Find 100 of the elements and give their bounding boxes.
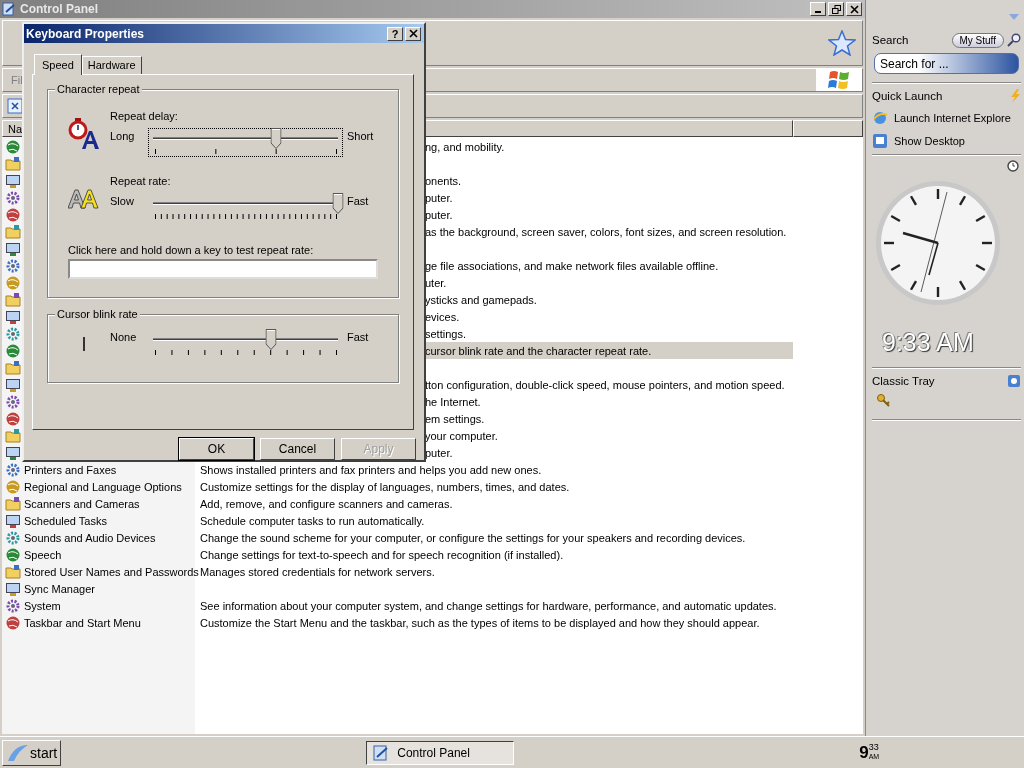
- gadget-title: Search: [872, 34, 909, 46]
- search-icon[interactable]: [1007, 33, 1021, 47]
- globe-icon[interactable]: [5, 546, 21, 563]
- close-button[interactable]: [846, 2, 862, 16]
- quick-launch-item[interactable]: Show Desktop: [894, 134, 965, 147]
- item-name[interactable]: Stored User Names and Passwords: [24, 565, 199, 578]
- folder-icon[interactable]: [5, 359, 21, 376]
- item-description: Shows installed printers and fax printers and helps you add new ones.: [200, 463, 542, 476]
- gear-icon[interactable]: [5, 325, 21, 342]
- slider-max-label: Fast: [347, 194, 369, 207]
- item-name[interactable]: Regional and Language Options: [24, 480, 182, 493]
- gear-icon[interactable]: [5, 393, 21, 410]
- slider-thumb[interactable]: [270, 128, 282, 149]
- test-field-label: Click here and hold down a key to test repeat rate:: [68, 244, 315, 256]
- item-description: evices.: [425, 310, 460, 323]
- globe-icon[interactable]: [5, 138, 21, 155]
- tab[interactable]: Hardware: [81, 56, 142, 74]
- item-description: he Internet.: [425, 395, 481, 408]
- minimize-button[interactable]: [810, 2, 826, 16]
- help-button[interactable]: ?: [387, 26, 403, 41]
- start-button[interactable]: start: [2, 739, 62, 766]
- item-description: onents.: [425, 174, 462, 187]
- item-description: ysticks and gamepads.: [425, 293, 537, 306]
- setting-label: Repeat delay:: [110, 110, 179, 122]
- clock-icon[interactable]: [1007, 160, 1019, 172]
- quick-launch-item[interactable]: Launch Internet Explore: [894, 111, 1011, 124]
- tray-settings-icon[interactable]: [1007, 374, 1021, 388]
- item-description: ng, and mobility.: [425, 140, 505, 153]
- search-field[interactable]: Search for ...: [874, 53, 1019, 74]
- monitor-icon[interactable]: [5, 376, 21, 393]
- globe-icon[interactable]: [5, 342, 21, 359]
- letters-icon: [68, 187, 100, 210]
- item-description: Change the sound scheme for your computer, or configure the settings for your speakers and recording devices.: [200, 531, 746, 544]
- item-name[interactable]: Scanners and Cameras: [24, 497, 140, 510]
- item-name[interactable]: Scheduled Tasks: [24, 514, 107, 527]
- item-description: cursor blink rate and the character repeat rate.: [425, 344, 652, 357]
- restore-icon: [831, 4, 841, 14]
- monitor-icon[interactable]: [5, 512, 21, 529]
- slider-max-label: Short: [347, 129, 374, 142]
- control-panel-icon: [373, 744, 390, 761]
- dialog-button[interactable]: Cancel: [260, 438, 335, 460]
- tab[interactable]: Speed: [34, 54, 82, 75]
- globe-icon[interactable]: [5, 410, 21, 427]
- control-panel-icon: [2, 2, 16, 16]
- slider[interactable]: [148, 128, 343, 157]
- folder-icon[interactable]: [5, 155, 21, 172]
- monitor-icon[interactable]: [5, 240, 21, 257]
- item-description: em settings.: [425, 412, 485, 425]
- item-description: your computer.: [425, 429, 498, 442]
- item-description: settings.: [425, 327, 466, 340]
- gear-icon[interactable]: [5, 597, 21, 614]
- column-header[interactable]: [793, 120, 863, 137]
- item-name[interactable]: Sync Manager: [24, 582, 95, 595]
- item-description: puter.: [425, 446, 453, 459]
- globe-icon[interactable]: [5, 206, 21, 223]
- item-name[interactable]: Printers and Faxes: [24, 463, 117, 476]
- item-description: Customize the Start Menu and the taskbar, such as the types of items to be displayed and how they should appear.: [200, 616, 760, 629]
- gear-icon[interactable]: [5, 461, 21, 478]
- folder-icon[interactable]: [5, 291, 21, 308]
- globe-icon[interactable]: [5, 614, 21, 631]
- item-description: puter.: [425, 208, 453, 221]
- scope-button[interactable]: My Stuff: [951, 32, 1004, 48]
- gear-icon[interactable]: [5, 529, 21, 546]
- desktop-icon[interactable]: [872, 132, 888, 149]
- monitor-icon[interactable]: [5, 308, 21, 325]
- item-name[interactable]: Speech: [24, 548, 62, 561]
- item-name[interactable]: Taskbar and Start Menu: [24, 616, 141, 629]
- folder-icon[interactable]: [5, 495, 21, 512]
- folder-view-icon[interactable]: [7, 98, 23, 114]
- star-icon[interactable]: [828, 30, 856, 56]
- item-name[interactable]: System: [24, 599, 61, 612]
- group-title: Cursor blink rate: [55, 308, 140, 320]
- item-name[interactable]: Sounds and Audio Devices: [24, 531, 156, 544]
- gadget-title: Classic Tray: [872, 375, 935, 387]
- close-button[interactable]: [405, 26, 421, 41]
- test-field[interactable]: [68, 259, 378, 279]
- restore-button[interactable]: [828, 2, 844, 16]
- dialog-button[interactable]: OK: [179, 438, 254, 460]
- item-description: uter.: [425, 276, 447, 289]
- keys-icon[interactable]: [876, 393, 892, 409]
- monitor-icon[interactable]: [5, 444, 21, 461]
- clock-minutes: 33: [868, 742, 880, 752]
- slider-min-label: Slow: [110, 194, 135, 207]
- slider-thumb[interactable]: [265, 329, 277, 350]
- slider-thumb[interactable]: [332, 193, 344, 214]
- gear-icon[interactable]: [5, 189, 21, 206]
- taskbar-button[interactable]: Control Panel: [366, 740, 515, 765]
- item-description: See information about your computer system, and change settings for hardware, performance, and automatic updates.: [200, 599, 777, 612]
- monitor-icon[interactable]: [5, 172, 21, 189]
- item-description: puter.: [425, 191, 453, 204]
- setting-label: Repeat rate:: [110, 175, 172, 187]
- folder-icon[interactable]: [5, 563, 21, 580]
- monitor-icon[interactable]: [5, 580, 21, 597]
- lightning-icon: [1009, 89, 1021, 103]
- start-logo-icon: [6, 742, 30, 763]
- gear-icon[interactable]: [5, 257, 21, 274]
- clock-time: 9:33 AM: [882, 328, 975, 357]
- item-description: Schedule computer tasks to run automatically.: [200, 514, 425, 527]
- item-description: Change settings for text-to-speech and for speech recognition (if installed).: [200, 548, 564, 561]
- item-description: Add, remove, and configure scanners and cameras.: [200, 497, 453, 510]
